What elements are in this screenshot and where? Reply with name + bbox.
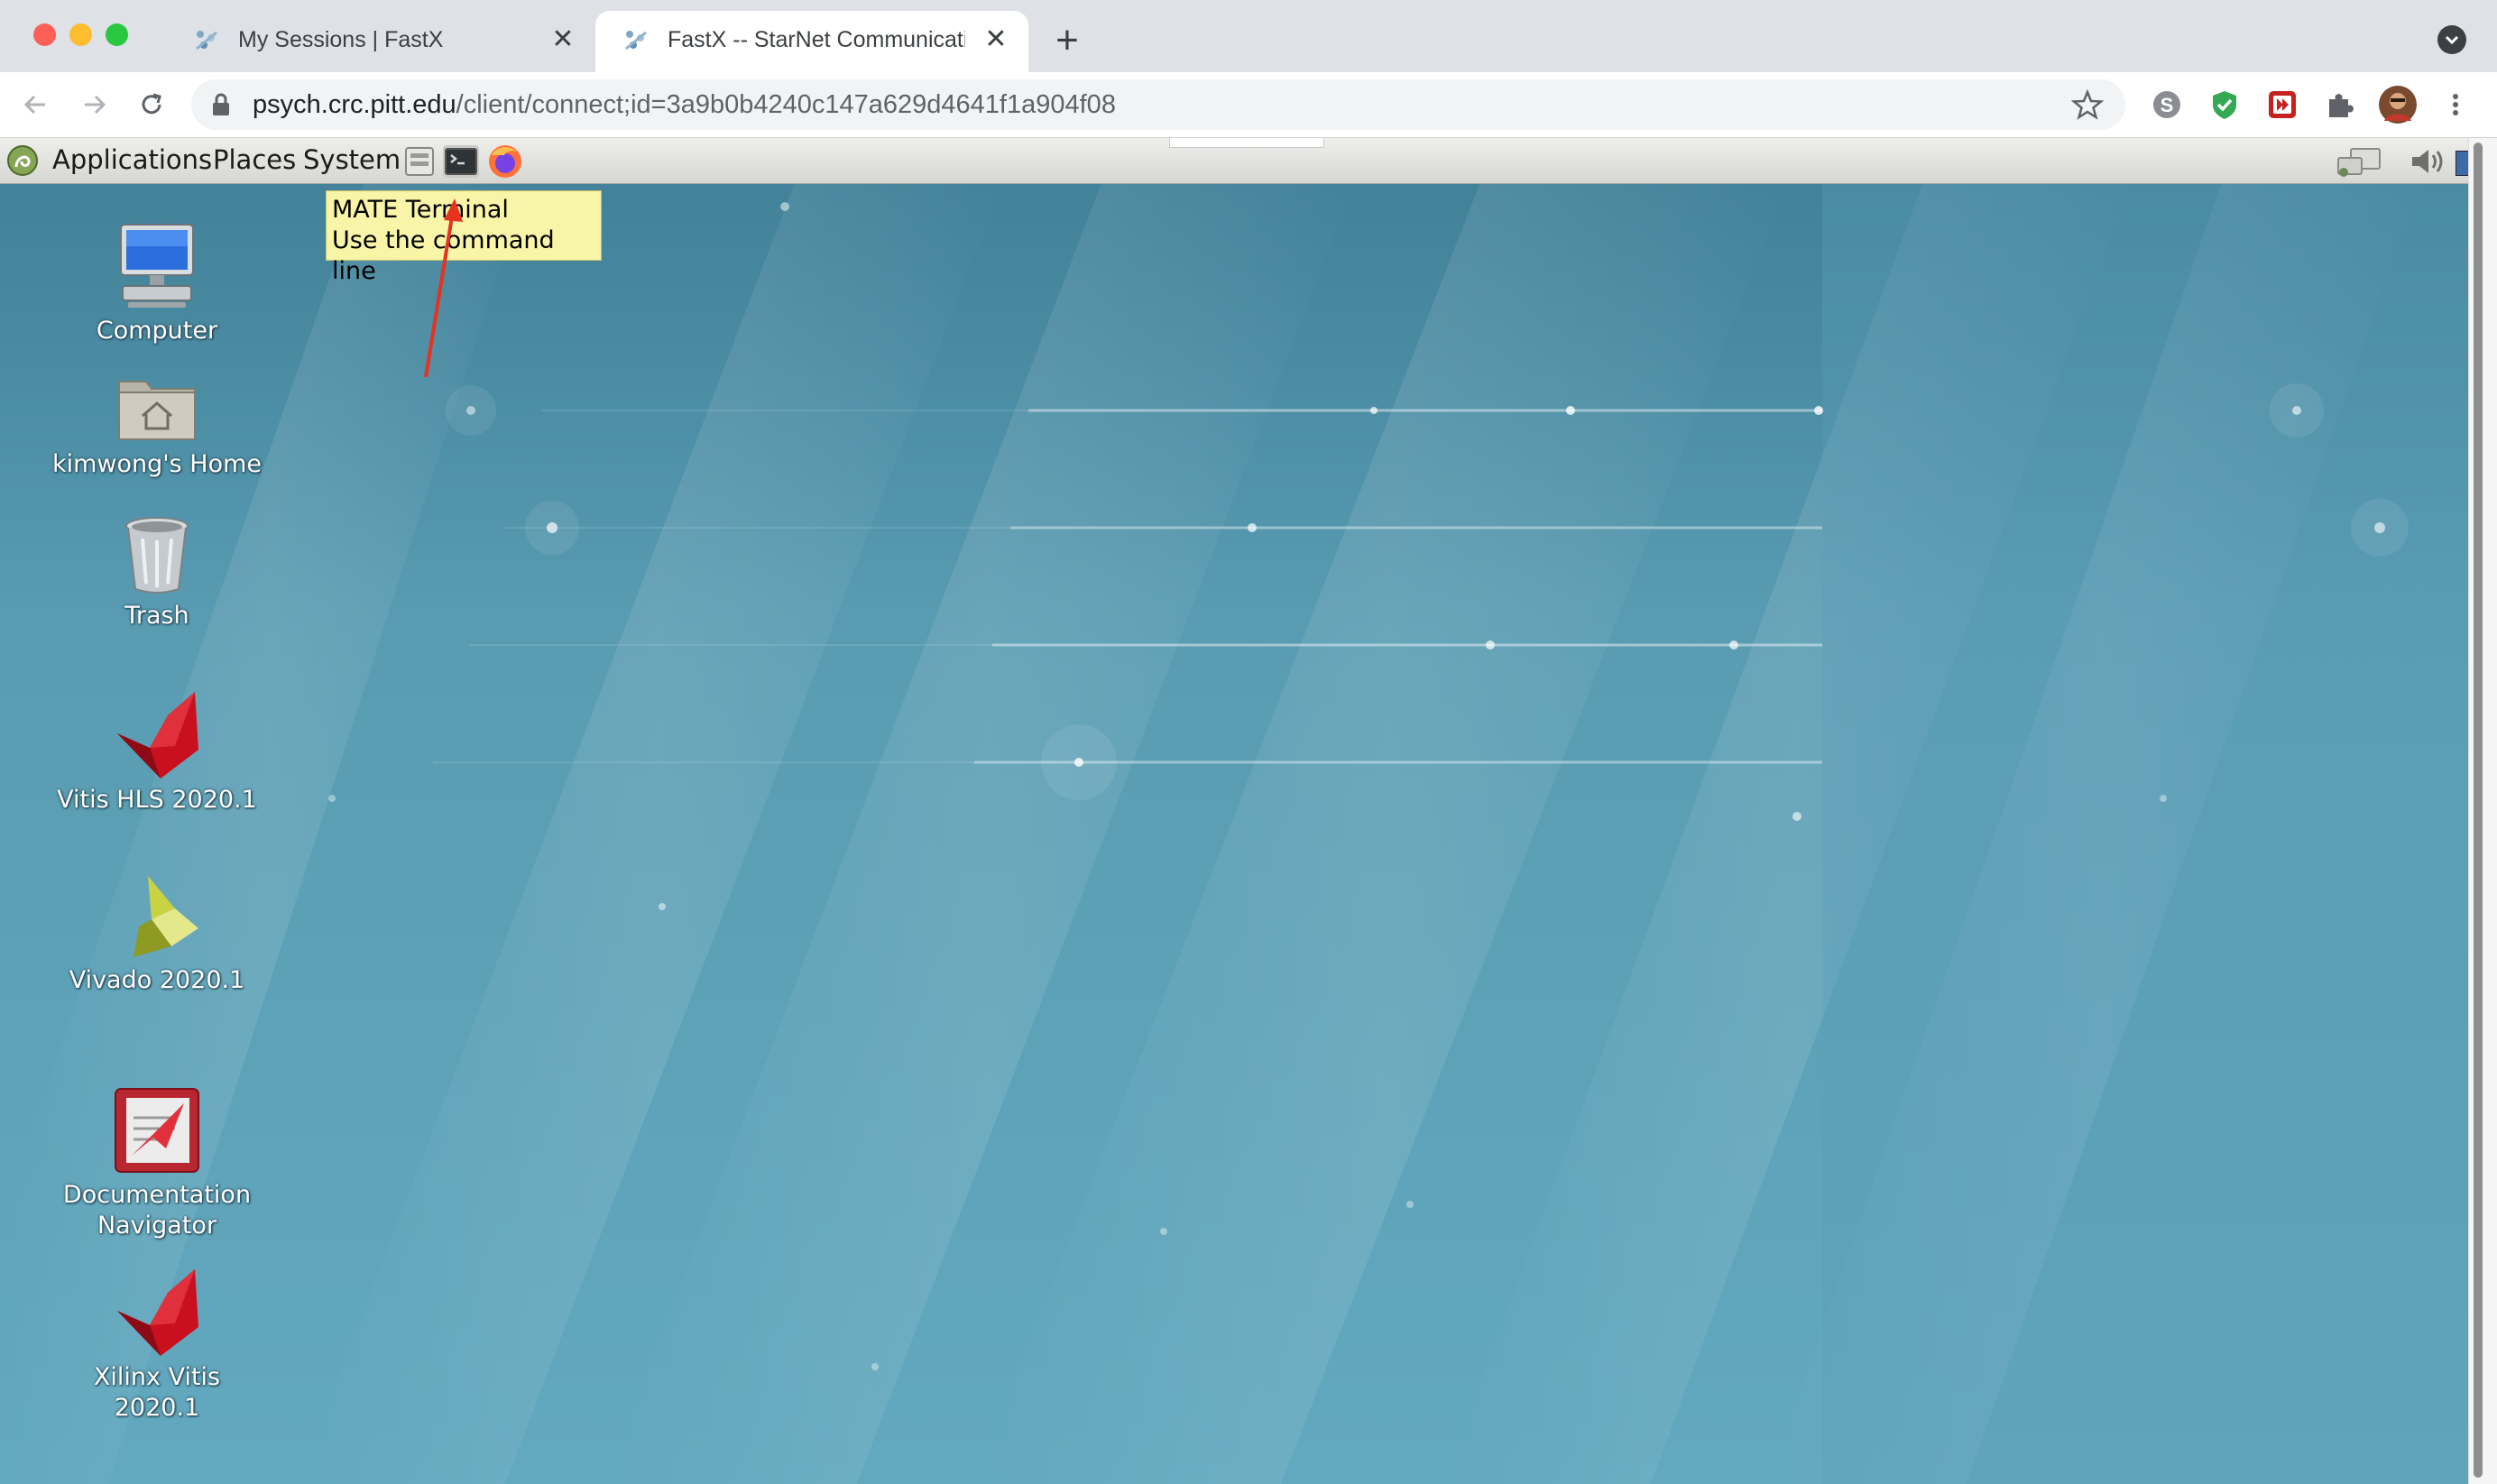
tab-my-sessions[interactable]: My Sessions | FastX ✕ [166, 11, 595, 72]
tray-volume[interactable] [2409, 145, 2450, 178]
new-tab-button[interactable]: + [1046, 20, 1088, 61]
vivado-icon [134, 876, 198, 957]
docnav-icon [115, 1088, 199, 1173]
label-line-2: Navigator [97, 1212, 217, 1240]
desktop-icon-vivado[interactable]: Vivado 2020.1 [49, 872, 265, 996]
tab-close-icon[interactable]: ✕ [547, 23, 579, 56]
browser-toolbar: psych.crc.pitt.edu/client/connect;id=3a9… [0, 72, 2497, 138]
desktop-icon-label: Vitis HLS 2020.1 [57, 786, 257, 814]
forward-button[interactable] [72, 83, 115, 126]
fastx-favicon-icon [625, 31, 647, 51]
bookmark-star-icon[interactable] [2071, 88, 2104, 121]
wallpaper [0, 138, 2468, 1484]
label-line-1: Documentation [62, 1181, 252, 1209]
browser-tab-strip: My Sessions | FastX ✕ FastX -- StarNet C… [0, 0, 2497, 72]
svg-text:S: S [2161, 94, 2174, 116]
desktop-icon-documentation-navigator[interactable]: Documentation Navigator [49, 1085, 265, 1241]
menu-places[interactable]: Places [213, 144, 296, 175]
vitis-icon [117, 1269, 198, 1356]
launcher-terminal[interactable] [443, 145, 479, 178]
desktop-icon-label: Xilinx Vitis 2020.1 [93, 1363, 221, 1422]
window-zoom-button[interactable] [106, 23, 128, 46]
address-bar[interactable]: psych.crc.pitt.edu/client/connect;id=3a9… [191, 79, 2125, 130]
desktop-icon-computer[interactable]: Computer [49, 221, 265, 346]
fastx-favicon-icon [196, 31, 217, 51]
vitis-icon [117, 692, 198, 779]
menu-applications[interactable]: Applications [52, 144, 212, 175]
url-text: psych.crc.pitt.edu/client/connect;id=3a9… [253, 90, 1116, 120]
desktop-icon-label: Documentation Navigator [49, 1180, 265, 1241]
arrow-left-icon [23, 95, 45, 115]
window-minimize-button[interactable] [69, 23, 92, 46]
desktop-icon-trash[interactable]: Trash [49, 513, 265, 631]
desktop-icon-vitis-hls[interactable]: Vitis HLS 2020.1 [49, 692, 265, 816]
browser-menu-button[interactable] [2437, 87, 2474, 123]
terminal-icon [445, 148, 477, 175]
home-folder-icon [118, 381, 196, 440]
network-icon [2337, 148, 2381, 177]
url-path: /client/connect;id=3a9b0b4240c147a629d46… [456, 90, 1116, 119]
desktop-icon-label: kimwong's Home [51, 450, 263, 478]
tab-title: My Sessions | FastX [238, 27, 444, 52]
tab-fastx-starnet[interactable]: FastX -- StarNet Communicatio ✕ [595, 11, 1028, 72]
tooltip-description: Use the command line [332, 226, 555, 285]
url-host: psych.crc.pitt.edu [253, 90, 456, 119]
remote-desktop-area[interactable]: Computer kimwong's Home Trash Vitis HLS … [0, 138, 2468, 1484]
menu-system[interactable]: System [303, 144, 401, 175]
skype-icon[interactable]: S [2149, 87, 2185, 123]
kebab-menu-icon [2453, 94, 2458, 115]
back-button[interactable] [14, 83, 58, 126]
desktop-icon-label: Vivado 2020.1 [69, 966, 245, 994]
arrow-right-icon [85, 95, 106, 115]
tab-close-icon[interactable]: ✕ [980, 23, 1012, 56]
puzzle-icon[interactable] [2322, 87, 2358, 123]
profile-avatar[interactable] [2378, 85, 2418, 124]
terminal-tooltip: MATE Terminal Use the command line [326, 190, 602, 285]
window-close-button[interactable] [33, 23, 56, 46]
desktop-icon-label: Trash [124, 602, 189, 630]
shield-check-icon[interactable] [2207, 87, 2243, 123]
lock-icon [213, 93, 229, 115]
desktop-icon-label: Computer [96, 317, 218, 345]
firefox-icon [489, 145, 521, 178]
tab-search-button[interactable] [2437, 25, 2466, 54]
computer-icon [120, 224, 194, 308]
tray-network[interactable] [2335, 145, 2385, 178]
file-manager-icon [405, 147, 434, 176]
launcher-firefox[interactable] [486, 143, 524, 180]
trash-icon [125, 517, 189, 594]
desktop-icon-home[interactable]: kimwong's Home [49, 369, 265, 480]
volume-icon [2412, 150, 2443, 173]
reload-button[interactable] [130, 83, 173, 126]
fastx-toolbar-handle[interactable] [1169, 138, 1324, 148]
mate-logo-icon[interactable] [5, 143, 40, 178]
page-scrollbar[interactable] [2468, 138, 2497, 1484]
tooltip-title: MATE Terminal [332, 196, 509, 224]
reload-icon [142, 93, 161, 115]
video-speed-icon[interactable] [2264, 87, 2300, 123]
tab-title: FastX -- StarNet Communicatio [668, 27, 965, 52]
chevron-down-icon [2445, 35, 2459, 45]
desktop-icon-xilinx-vitis[interactable]: Xilinx Vitis 2020.1 [49, 1269, 265, 1424]
scrollbar-thumb[interactable] [2474, 143, 2483, 1478]
launcher-file-manager[interactable] [403, 145, 436, 178]
